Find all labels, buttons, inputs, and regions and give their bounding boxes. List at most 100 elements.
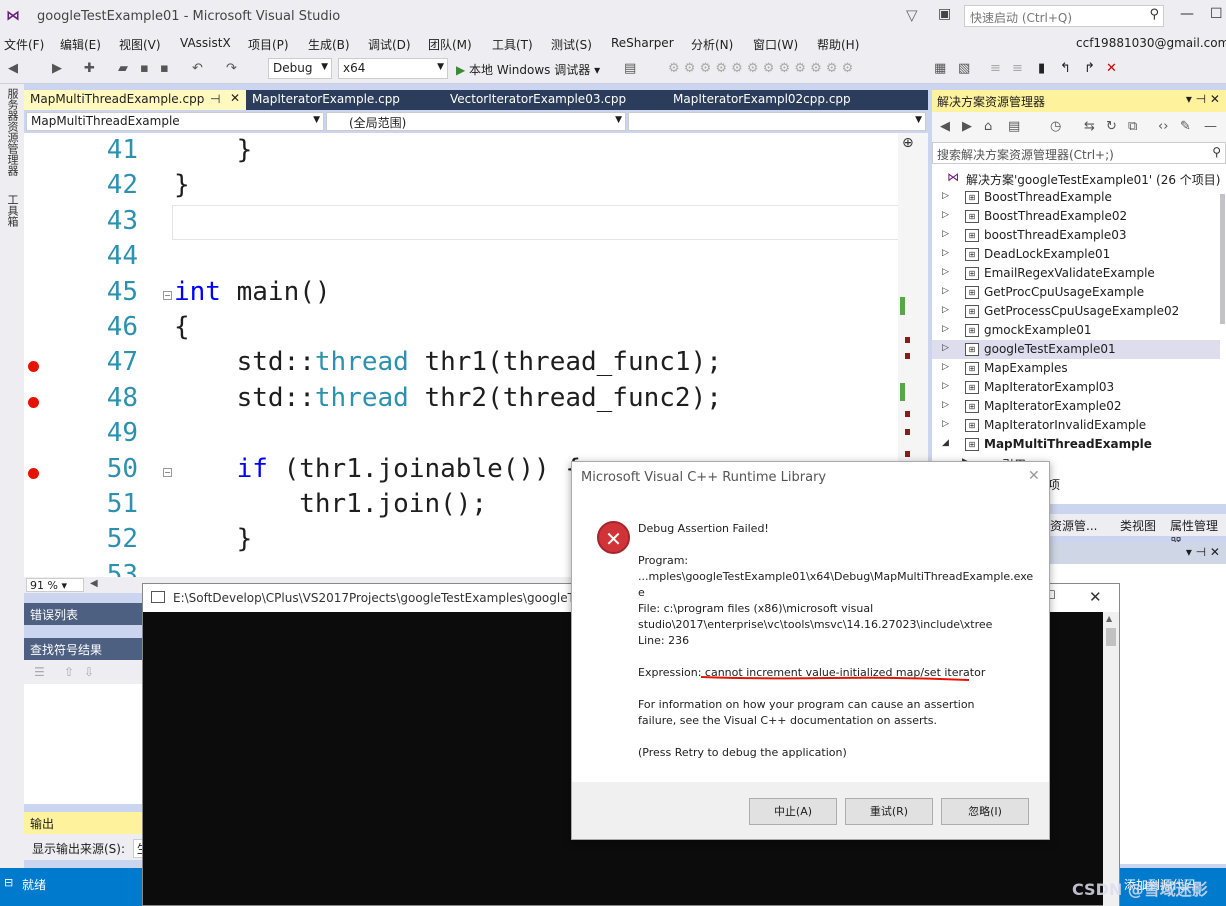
scroll-left-icon[interactable]: ◀ (90, 578, 98, 589)
tab-mapiteratorexampl02cpp[interactable]: MapIteratorExampl02cpp.cpp (667, 90, 857, 110)
menu-debug[interactable]: 调试(D) (368, 36, 411, 53)
project-scope-select[interactable]: MapMultiThreadExample ▼ (26, 112, 324, 131)
search-icon[interactable]: ⚲ (1212, 145, 1221, 159)
tab-mapiteratorexample[interactable]: MapIteratorExample.cpp (246, 90, 406, 110)
code-view-icon[interactable]: ‹› (1158, 119, 1168, 134)
forward-icon[interactable]: ▶ (962, 119, 972, 134)
tab-solution-explorer[interactable]: 资源管... (1050, 517, 1097, 534)
menu-edit[interactable]: 编辑(E) (60, 36, 101, 53)
tree-project-node[interactable]: ▷ ⊞ MapExamples (932, 359, 1220, 378)
tree-project-node[interactable]: ▷ ⊞ gmockExample01 (932, 321, 1220, 340)
home-icon[interactable]: ⌂ (984, 119, 992, 134)
expand-arrow-icon[interactable]: ▷ (942, 267, 949, 277)
code-line[interactable]: std::thread thr1(thread_func1); (174, 347, 722, 377)
sync-icon[interactable]: ⇆ (1084, 119, 1095, 134)
properties-wrench-icon[interactable]: ✎ (1180, 119, 1191, 134)
menu-window[interactable]: 窗口(W) (753, 36, 798, 53)
scroll-up-icon[interactable]: ▲ (1106, 614, 1112, 623)
solution-explorer-search-input[interactable]: 搜索解决方案资源管理器(Ctrl+;) ⚲ (932, 142, 1226, 164)
tree-project-node[interactable]: ▷ ⊞ MapIteratorExample02 (932, 397, 1220, 416)
find-in-files-icon[interactable]: ▤ (624, 61, 636, 76)
menu-analyze[interactable]: 分析(N) (691, 36, 733, 53)
abort-button[interactable]: 中止(A) (749, 798, 837, 825)
expand-arrow-icon[interactable]: ▷ (942, 324, 949, 334)
redo-icon[interactable]: ↷ (226, 61, 237, 76)
tree-project-node[interactable]: ▷ ⊞ EmailRegexValidateExample (932, 264, 1220, 283)
pending-changes-icon[interactable]: ◷ (1050, 119, 1061, 134)
menu-help[interactable]: 帮助(H) (817, 36, 859, 53)
expand-arrow-icon[interactable]: ▷ (942, 229, 949, 239)
account-email[interactable]: ccf19881030@gmail.com (1076, 36, 1226, 50)
retry-button[interactable]: 重试(R) (845, 798, 933, 825)
expand-arrow-icon[interactable]: ▷ (942, 381, 949, 391)
expand-arrow-icon[interactable]: ▷ (942, 248, 949, 258)
tree-project-node[interactable]: ▷ ⊞ googleTestExample01 (932, 340, 1220, 359)
next-bookmark-icon[interactable]: ↱ (1084, 61, 1095, 76)
global-scope-select[interactable]: (全局范围) ▼ (326, 112, 626, 131)
menu-vassistx[interactable]: VAssistX (180, 36, 231, 50)
tree-project-node[interactable]: ▷ ⊞ MapIteratorExampl03 (932, 378, 1220, 397)
tree-project-node[interactable]: ▷ ⊞ MapIteratorInvalidExample (932, 416, 1220, 435)
tab-mapmultithreadexample[interactable]: MapMultiThreadExample.cpp ⊣ ✕ (24, 90, 246, 110)
code-line[interactable]: thr1.join(); (174, 489, 487, 519)
save-icon[interactable]: ▪ (140, 61, 149, 76)
code-line[interactable]: } (174, 135, 253, 165)
code-line[interactable]: } (174, 170, 190, 200)
tree-project-node[interactable]: ▷ ⊞ GetProcCpuUsageExample (932, 283, 1220, 302)
output-panel-header[interactable]: 输出 (24, 812, 144, 834)
se-scrollbar-thumb[interactable] (1220, 194, 1225, 324)
expand-arrow-icon[interactable]: ▷ (942, 362, 949, 372)
menu-test[interactable]: 测试(S) (551, 36, 592, 53)
solution-config-select[interactable]: Debug ▼ (268, 58, 332, 79)
expand-arrow-icon[interactable]: ▷ (942, 400, 949, 410)
switch-views-icon[interactable]: ▤ (1008, 119, 1020, 134)
split-window-icon[interactable]: ⊕ (902, 135, 914, 151)
sort-desc-icon[interactable]: ⇩ (84, 665, 94, 679)
server-explorer-tab[interactable]: 服务器资源管理器 (4, 88, 20, 176)
feedback-filter-icon[interactable]: ▽ (906, 6, 918, 24)
notifications-icon[interactable]: ▣ (938, 6, 951, 22)
expand-arrow-icon[interactable]: ▷ (942, 305, 949, 315)
quick-launch-input[interactable]: 快速启动 (Ctrl+Q) ⚲ (964, 5, 1164, 27)
code-line[interactable]: if (thr1.joinable()) { (174, 454, 581, 484)
menu-team[interactable]: 团队(M) (428, 36, 472, 53)
tree-project-node[interactable]: ▷ ⊞ boostThreadExample03 (932, 226, 1220, 245)
back-icon[interactable]: ◀ (940, 119, 950, 134)
breakpoint-icon[interactable] (28, 467, 39, 479)
ignore-button[interactable]: 忽略(I) (941, 798, 1029, 825)
save-all-icon[interactable]: ▪ (160, 61, 169, 76)
code-line[interactable]: int main() (174, 277, 331, 307)
menu-project[interactable]: 项目(P) (248, 36, 289, 53)
tree-project-node[interactable]: ▷ ⊞ DeadLockExample01 (932, 245, 1220, 264)
sort-icon[interactable]: ⇧ (64, 665, 74, 679)
collapse-all-icon[interactable]: ⧉ (1128, 119, 1137, 134)
menu-tools[interactable]: 工具(T) (492, 36, 533, 53)
tab-vectoriteratorexample03[interactable]: VectorIteratorExample03.cpp (444, 90, 632, 110)
close-icon[interactable]: ✕ (230, 91, 240, 105)
expand-arrow-icon[interactable]: ▷ (942, 419, 949, 429)
pin-icon[interactable]: ⊣ (210, 92, 220, 106)
tree-project-node[interactable]: ▷ ⊞ GetProcessCpuUsageExample02 (932, 302, 1220, 321)
tab-class-view[interactable]: 类视图 (1120, 517, 1156, 534)
bookmark-icon[interactable]: ▮ (1038, 61, 1045, 76)
start-debugging-button[interactable]: ▶ 本地 Windows 调试器 ▾ (456, 61, 600, 78)
solution-root-node[interactable]: ⋈ 解决方案'googleTestExample01' (26 个项目) (932, 169, 1220, 188)
breakpoint-icon[interactable] (28, 396, 39, 408)
expand-arrow-icon[interactable]: ▷ (942, 286, 949, 296)
menu-resharper[interactable]: ReSharper (611, 36, 674, 50)
indent-icon[interactable]: ≡ (990, 61, 1001, 76)
list-icon[interactable]: ☰ (34, 665, 45, 679)
undo-icon[interactable]: ↶ (192, 61, 203, 76)
menu-build[interactable]: 生成(B) (308, 36, 350, 53)
comment-icon[interactable]: ▦ (934, 61, 946, 76)
new-project-icon[interactable]: ✚ (84, 61, 95, 76)
toolbox-tab[interactable]: 工具箱 (4, 194, 20, 227)
minimize-button[interactable]: — (1180, 6, 1194, 22)
find-symbol-header[interactable]: 查找符号结果 (24, 638, 144, 660)
outdent-icon[interactable]: ≡ (1012, 61, 1023, 76)
clear-bookmarks-icon[interactable]: ✕ (1106, 61, 1117, 76)
menu-view[interactable]: 视图(V) (119, 36, 161, 53)
scrollbar-thumb[interactable] (1106, 628, 1116, 646)
open-folder-icon[interactable]: ▰ (118, 61, 128, 76)
collapse-region-icon[interactable]: − (163, 290, 172, 300)
